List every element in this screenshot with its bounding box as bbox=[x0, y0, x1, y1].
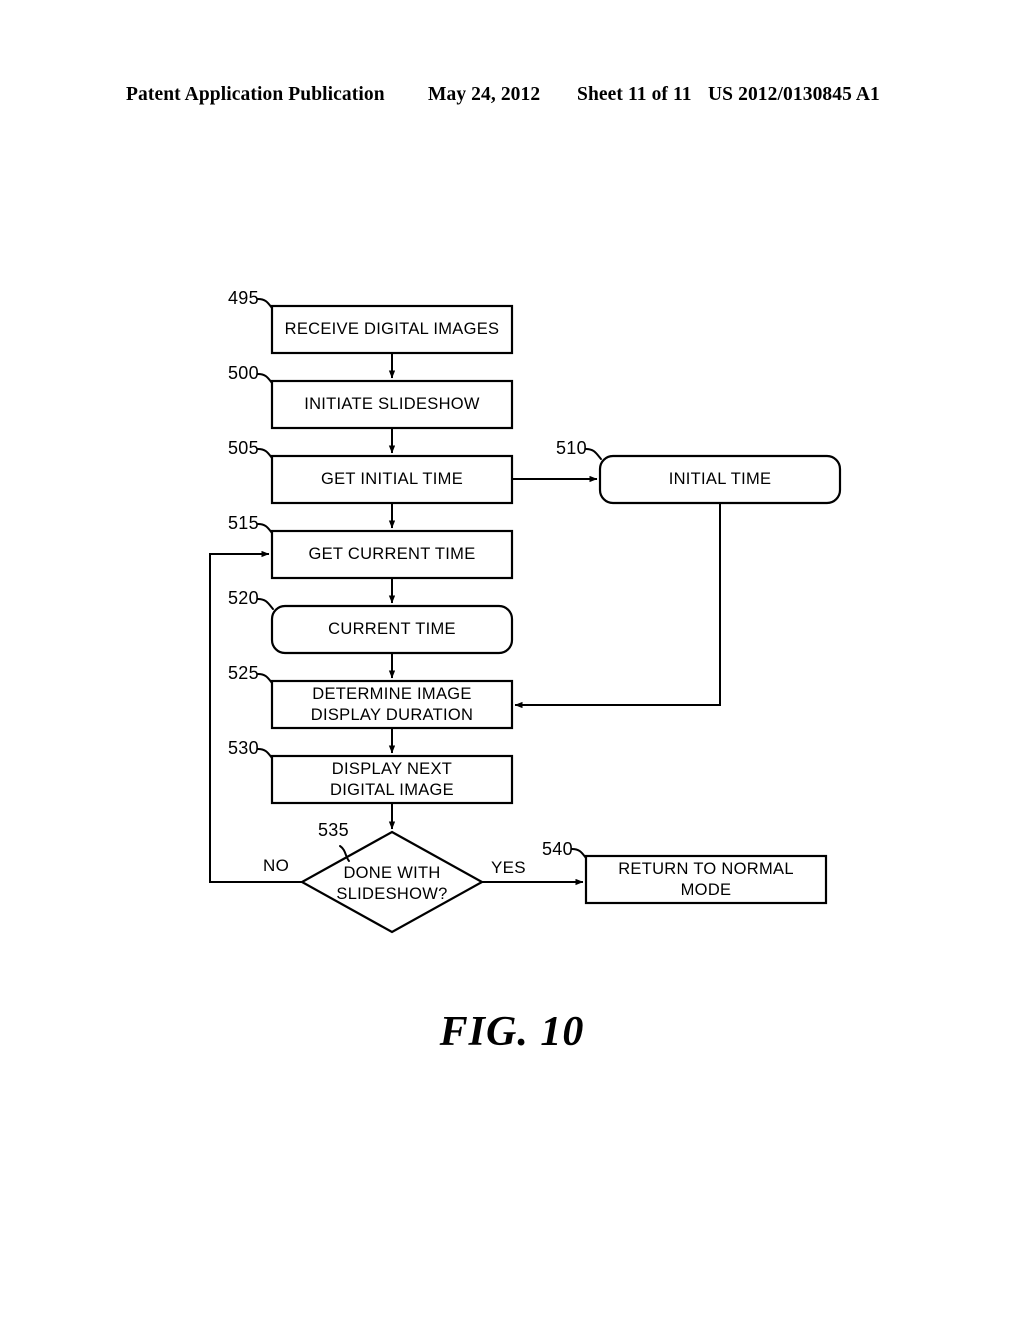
leader-495 bbox=[257, 298, 273, 309]
node-label-495: RECEIVE DIGITAL IMAGES bbox=[284, 320, 500, 338]
ref-num-520: 520 bbox=[228, 588, 259, 608]
node-label-535: DONE WITH SLIDESHOW? bbox=[336, 864, 448, 903]
node-label-525: DETERMINE IMAGE DISPLAY DURATION bbox=[310, 684, 474, 724]
ref-num-500: 500 bbox=[228, 363, 259, 383]
node-label-500: INITIATE SLIDESHOW bbox=[304, 395, 480, 413]
ref-num-515: 515 bbox=[228, 513, 259, 533]
flowchart-figure: RECEIVE DIGITAL IMAGES INITIATE SLIDESHO… bbox=[0, 0, 1024, 1320]
branch-label-yes: YES bbox=[491, 858, 526, 877]
ref-num-530: 530 bbox=[228, 738, 259, 758]
node-label-505: GET INITIAL TIME bbox=[320, 470, 464, 488]
connector-510-525 bbox=[514, 503, 721, 709]
node-label-540: RETURN TO NORMAL MODE bbox=[618, 859, 794, 899]
node-label-510: INITIAL TIME bbox=[668, 470, 772, 488]
ref-num-505: 505 bbox=[228, 438, 259, 458]
flowchart-canvas bbox=[209, 298, 842, 934]
leader-530 bbox=[257, 748, 273, 759]
node-label-520: CURRENT TIME bbox=[328, 620, 456, 638]
leader-540 bbox=[571, 848, 587, 859]
ref-num-540: 540 bbox=[542, 839, 573, 859]
leader-515 bbox=[257, 523, 273, 534]
leader-525 bbox=[257, 673, 273, 684]
leader-510 bbox=[585, 448, 602, 460]
ref-num-495: 495 bbox=[228, 288, 259, 308]
leader-505 bbox=[257, 448, 273, 459]
node-label-530: DISPLAY NEXT DIGITAL IMAGE bbox=[329, 759, 454, 799]
ref-num-525: 525 bbox=[228, 663, 259, 683]
ref-num-510: 510 bbox=[556, 438, 587, 458]
branch-label-no: NO bbox=[263, 856, 290, 875]
ref-num-535: 535 bbox=[318, 820, 349, 840]
node-label-515: GET CURRENT TIME bbox=[308, 545, 476, 563]
leader-500 bbox=[257, 373, 273, 384]
leader-520 bbox=[257, 598, 274, 610]
figure-caption: FIG. 10 bbox=[439, 1009, 585, 1055]
